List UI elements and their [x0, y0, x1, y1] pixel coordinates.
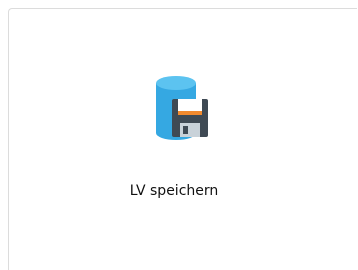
database-save-icon	[126, 71, 222, 147]
content-panel: LV speichern	[8, 8, 357, 270]
tile-label: LV speichern	[129, 183, 219, 199]
save-lv-tile[interactable]: LV speichern	[104, 71, 244, 211]
